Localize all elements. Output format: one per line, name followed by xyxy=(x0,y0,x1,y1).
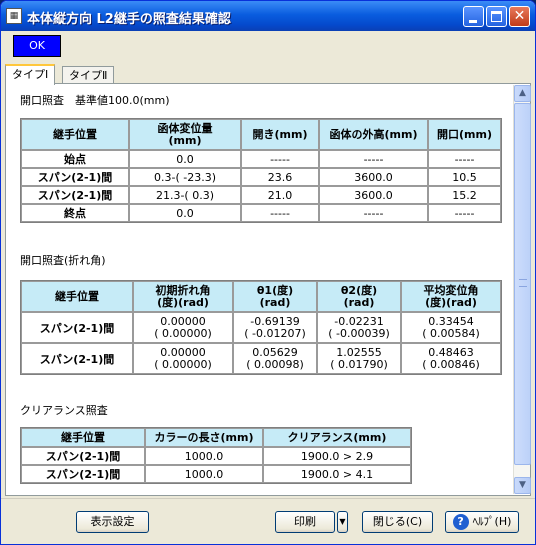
tab-panel: 開口照査 基準値100.0(mm) 継手位置 函体変位量 (mm) 開き(mm)… xyxy=(5,83,531,496)
cell: 0.00000 ( 0.00000) xyxy=(133,312,233,343)
col-header-collar-length: カラーの長さ(mm) xyxy=(145,428,263,447)
col-header-opening-width: 開き(mm) xyxy=(241,119,319,150)
table-row: スパン(2-1)間 1000.0 1900.0 > 4.1 xyxy=(21,465,411,483)
results-content: 開口照査 基準値100.0(mm) 継手位置 函体変位量 (mm) 開き(mm)… xyxy=(6,84,512,495)
cell: スパン(2-1)間 xyxy=(21,312,133,343)
print-button[interactable]: 印刷 xyxy=(275,511,335,533)
help-icon: ? xyxy=(452,514,469,530)
col-header-mean-angle: 平均変位角 (度)(rad) xyxy=(401,281,501,312)
cell: スパン(2-1)間 xyxy=(21,186,129,204)
col-header-clearance: クリアランス(mm) xyxy=(263,428,411,447)
table-row: スパン(2-1)間 21.3-( 0.3) 21.0 3600.0 15.2 xyxy=(21,186,501,204)
cell: 3600.0 xyxy=(319,168,428,186)
opening-check-title: 開口照査 基準値100.0(mm) xyxy=(20,94,170,107)
cell: ----- xyxy=(241,150,319,168)
print-options-button[interactable]: ▼ xyxy=(337,511,348,533)
dialog-window: ▦ 本体縦方向 L2継手の照査結果確認 ✕ OK タイプⅠ タイプⅡ 開口照査 … xyxy=(0,0,536,545)
vertical-scrollbar[interactable]: ▲ ▼ xyxy=(513,85,531,494)
cell: 1900.0 > 2.9 xyxy=(263,447,411,465)
clearance-table: 継手位置 カラーの長さ(mm) クリアランス(mm) スパン(2-1)間 100… xyxy=(20,427,412,484)
cell: 1.02555 ( 0.01790) xyxy=(317,343,401,374)
bend-angle-check-title: 開口照査(折れ角) xyxy=(20,254,106,267)
cell: ----- xyxy=(428,150,501,168)
tab-type-1[interactable]: タイプⅠ xyxy=(5,64,56,85)
cell: 0.05629 ( 0.00098) xyxy=(233,343,317,374)
col-header-initial-bend: 初期折れ角 (度)(rad) xyxy=(133,281,233,312)
cell: スパン(2-1)間 xyxy=(21,168,129,186)
cell: ----- xyxy=(428,204,501,222)
col-header-joint-position: 継手位置 xyxy=(21,428,145,447)
cell: 1900.0 > 4.1 xyxy=(263,465,411,483)
bend-angle-table: 継手位置 初期折れ角 (度)(rad) θ1(度) (rad) θ2(度) (r… xyxy=(20,280,502,375)
table-row: スパン(2-1)間 0.00000 ( 0.00000) 0.05629 ( 0… xyxy=(21,343,501,374)
grip-icon xyxy=(519,279,527,287)
table-row: 始点 0.0 ----- ----- ----- xyxy=(21,150,501,168)
cell: 3600.0 xyxy=(319,186,428,204)
col-header-joint-position: 継手位置 xyxy=(21,281,133,312)
divider xyxy=(1,498,535,499)
minimize-icon xyxy=(469,20,477,23)
cell: スパン(2-1)間 xyxy=(21,343,133,374)
cell: 23.6 xyxy=(241,168,319,186)
cell: 始点 xyxy=(21,150,129,168)
cell: 21.3-( 0.3) xyxy=(129,186,241,204)
opening-check-table: 継手位置 函体変位量 (mm) 開き(mm) 函体の外高(mm) 開口(mm) … xyxy=(20,118,502,223)
scroll-thumb[interactable] xyxy=(514,103,531,465)
maximize-button[interactable] xyxy=(486,6,507,27)
title-bar[interactable]: ▦ 本体縦方向 L2継手の照査結果確認 ✕ xyxy=(1,1,535,31)
table-row: 終点 0.0 ----- ----- ----- xyxy=(21,204,501,222)
cell: ----- xyxy=(241,204,319,222)
table-row: スパン(2-1)間 0.00000 ( 0.00000) -0.69139 ( … xyxy=(21,312,501,343)
chevron-down-icon: ▼ xyxy=(339,517,346,526)
cell: 0.00000 ( 0.00000) xyxy=(133,343,233,374)
ok-button[interactable]: OK xyxy=(13,35,61,57)
cell: 0.33454 ( 0.00584) xyxy=(401,312,501,343)
cell: 1000.0 xyxy=(145,447,263,465)
cell: 10.5 xyxy=(428,168,501,186)
col-header-opening: 開口(mm) xyxy=(428,119,501,150)
maximize-icon xyxy=(491,11,502,22)
cell: 0.0 xyxy=(129,204,241,222)
cell: 0.0 xyxy=(129,150,241,168)
table-row: スパン(2-1)間 0.3-( -23.3) 23.6 3600.0 10.5 xyxy=(21,168,501,186)
display-settings-button[interactable]: 表示設定 xyxy=(76,511,149,533)
cell: スパン(2-1)間 xyxy=(21,465,145,483)
scroll-down-icon[interactable]: ▼ xyxy=(514,477,531,494)
col-header-theta2: θ2(度) (rad) xyxy=(317,281,401,312)
cell: 0.48463 ( 0.00846) xyxy=(401,343,501,374)
window-title: 本体縦方向 L2継手の照査結果確認 xyxy=(27,12,231,27)
table-row: スパン(2-1)間 1000.0 1900.0 > 2.9 xyxy=(21,447,411,465)
cell: ----- xyxy=(319,204,428,222)
help-button[interactable]: ? ﾍﾙﾌﾟ(H) xyxy=(445,511,519,533)
minimize-button[interactable] xyxy=(463,6,484,27)
cell: スパン(2-1)間 xyxy=(21,447,145,465)
close-button[interactable]: 閉じる(C) xyxy=(362,511,433,533)
cell: 21.0 xyxy=(241,186,319,204)
cell: -0.69139 ( -0.01207) xyxy=(233,312,317,343)
cell: ----- xyxy=(319,150,428,168)
col-header-displacement: 函体変位量 (mm) xyxy=(129,119,241,150)
clearance-check-title: クリアランス照査 xyxy=(20,404,108,417)
close-window-button[interactable]: ✕ xyxy=(509,6,530,27)
app-grid-icon: ▦ xyxy=(6,8,22,24)
close-icon: ✕ xyxy=(513,8,526,24)
col-header-outer-height: 函体の外高(mm) xyxy=(319,119,428,150)
cell: 15.2 xyxy=(428,186,501,204)
cell: -0.02231 ( -0.00039) xyxy=(317,312,401,343)
cell: 0.3-( -23.3) xyxy=(129,168,241,186)
cell: 1000.0 xyxy=(145,465,263,483)
col-header-theta1: θ1(度) (rad) xyxy=(233,281,317,312)
help-label: ﾍﾙﾌﾟ(H) xyxy=(472,515,512,528)
cell: 終点 xyxy=(21,204,129,222)
scroll-up-icon[interactable]: ▲ xyxy=(514,85,531,102)
col-header-joint-position: 継手位置 xyxy=(21,119,129,150)
